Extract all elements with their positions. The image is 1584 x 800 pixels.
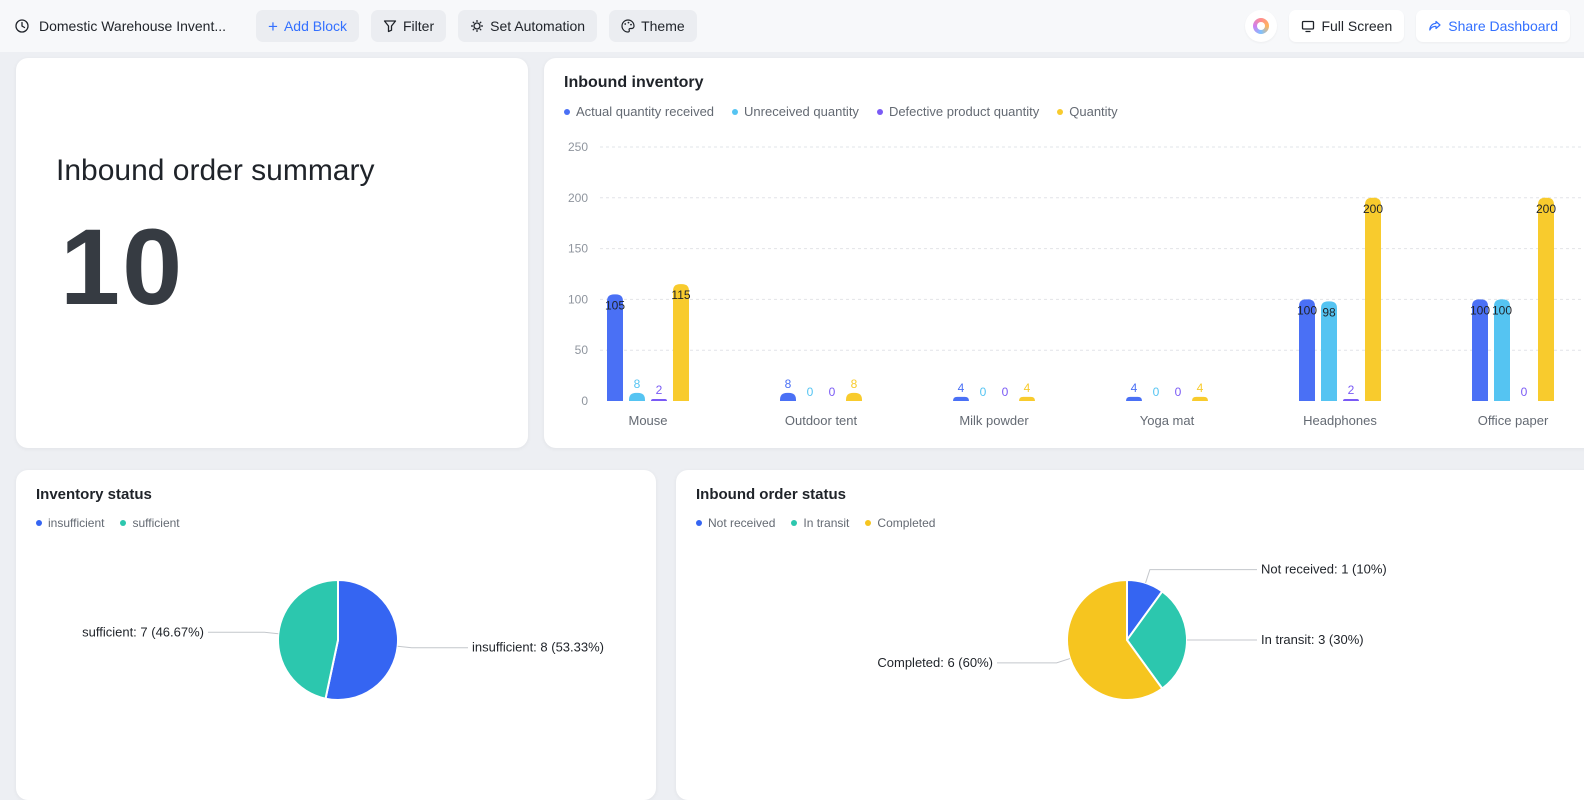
value-label: 8 <box>634 377 641 391</box>
bar[interactable] <box>846 392 862 401</box>
label-line <box>997 658 1071 664</box>
bar[interactable] <box>953 396 969 401</box>
toolbar: Domestic Warehouse Invent... + Add Block… <box>0 0 1584 52</box>
share-icon <box>1428 19 1442 33</box>
value-label: 4 <box>1024 381 1031 395</box>
bar[interactable] <box>1343 398 1359 401</box>
summary-value: 10 <box>60 206 185 327</box>
y-axis-tick-label: 200 <box>568 191 588 205</box>
value-label: 200 <box>1363 202 1383 216</box>
set-automation-label: Set Automation <box>490 18 586 34</box>
summary-title: Inbound order summary <box>56 154 375 187</box>
share-dashboard-button[interactable]: Share Dashboard <box>1416 10 1570 42</box>
inbound-order-status-pie-chart: Not received: 1 (10%) In transit: 3 (30%)… <box>877 562 1387 701</box>
bar[interactable] <box>651 398 667 401</box>
filter-icon <box>383 19 397 33</box>
category-label: Milk powder <box>959 413 1029 428</box>
pie-label: insufficient: 8 (53.33%) <box>472 640 604 655</box>
category-label: Yoga mat <box>1140 413 1195 428</box>
add-block-label: Add Block <box>283 18 347 34</box>
set-automation-button[interactable]: Set Automation <box>458 10 598 42</box>
value-label: 105 <box>605 298 625 312</box>
value-label: 2 <box>656 383 663 397</box>
y-axis-tick-label: 50 <box>575 343 589 357</box>
pie-label: sufficient: 7 (46.67%) <box>82 624 204 639</box>
pie-label: In transit: 3 (30%) <box>1261 632 1364 647</box>
value-label: 0 <box>829 385 836 399</box>
value-label: 0 <box>807 385 814 399</box>
value-label: 0 <box>1153 385 1160 399</box>
value-label: 4 <box>958 381 965 395</box>
value-label: 98 <box>1322 305 1336 319</box>
bar[interactable] <box>1365 197 1381 401</box>
dashboard-title: Domestic Warehouse Invent... <box>14 18 226 34</box>
theme-icon <box>621 19 635 33</box>
inventory-status-pie-chart: insufficient: 8 (53.33%) sufficient: 7 (4… <box>82 578 604 701</box>
category-label: Office paper <box>1478 413 1549 428</box>
full-screen-button[interactable]: Full Screen <box>1289 10 1405 42</box>
y-axis-tick-label: 150 <box>568 242 588 256</box>
bar[interactable] <box>1126 396 1142 401</box>
theme-color-button[interactable] <box>1245 10 1278 42</box>
filter-button[interactable]: Filter <box>371 10 447 42</box>
share-dashboard-label: Share Dashboard <box>1448 18 1558 34</box>
bar-chart: 050100150200250Mouse1058 2115Outdoor tent… <box>568 140 1584 428</box>
value-label: 200 <box>1536 202 1556 216</box>
pie-label: Completed: 6 (60%) <box>877 655 993 670</box>
filter-label: Filter <box>403 18 435 34</box>
bar[interactable] <box>1538 197 1554 401</box>
value-label: 0 <box>1002 385 1009 399</box>
inbound-order-summary-card: Inbound order summary 10 <box>16 58 528 448</box>
value-label: 4 <box>1197 381 1204 395</box>
history-icon[interactable] <box>14 18 30 34</box>
theme-label: Theme <box>641 18 685 34</box>
y-axis-tick-label: 100 <box>568 292 588 306</box>
value-label: 8 <box>785 377 792 391</box>
label-line <box>208 631 279 635</box>
bar[interactable] <box>1019 396 1035 401</box>
fullscreen-icon <box>1301 19 1315 33</box>
category-label: Mouse <box>628 413 667 428</box>
category-label: Headphones <box>1303 413 1377 428</box>
add-block-button[interactable]: + Add Block <box>256 10 359 42</box>
full-screen-label: Full Screen <box>1321 18 1393 34</box>
pie-slice[interactable] <box>277 578 339 700</box>
automation-icon <box>470 19 484 33</box>
value-label: 115 <box>671 288 690 302</box>
bar[interactable] <box>629 392 645 401</box>
dashboard-title-text: Domestic Warehouse Invent... <box>39 18 227 34</box>
bar[interactable] <box>780 392 796 401</box>
plus-icon: + <box>268 16 278 36</box>
value-label: 100 <box>1470 303 1490 317</box>
label-line <box>1145 569 1257 584</box>
category-label: Outdoor tent <box>785 413 858 428</box>
bar[interactable] <box>1192 396 1208 401</box>
value-label: 2 <box>1348 383 1355 397</box>
value-label: 0 <box>980 385 987 399</box>
label-line <box>397 645 468 649</box>
inventory-status-card: Inventory status insufficient sufficient … <box>16 470 656 800</box>
theme-button[interactable]: Theme <box>609 10 697 42</box>
value-label: 0 <box>1175 385 1182 399</box>
value-label: 4 <box>1131 381 1138 395</box>
value-label: 100 <box>1297 303 1317 317</box>
value-label: 0 <box>1521 385 1528 399</box>
theme-color-ring-icon <box>1253 18 1270 34</box>
value-label: 100 <box>1492 303 1512 317</box>
value-label: 8 <box>851 377 858 391</box>
y-axis-tick-label: 250 <box>568 140 588 154</box>
y-axis-tick-label: 0 <box>581 394 588 408</box>
inbound-order-status-card: Inbound order status Not received In tran… <box>676 470 1584 800</box>
inbound-inventory-card: Inbound inventory Actual quantity receiv… <box>544 58 1584 448</box>
pie-label: Not received: 1 (10%) <box>1261 562 1387 577</box>
